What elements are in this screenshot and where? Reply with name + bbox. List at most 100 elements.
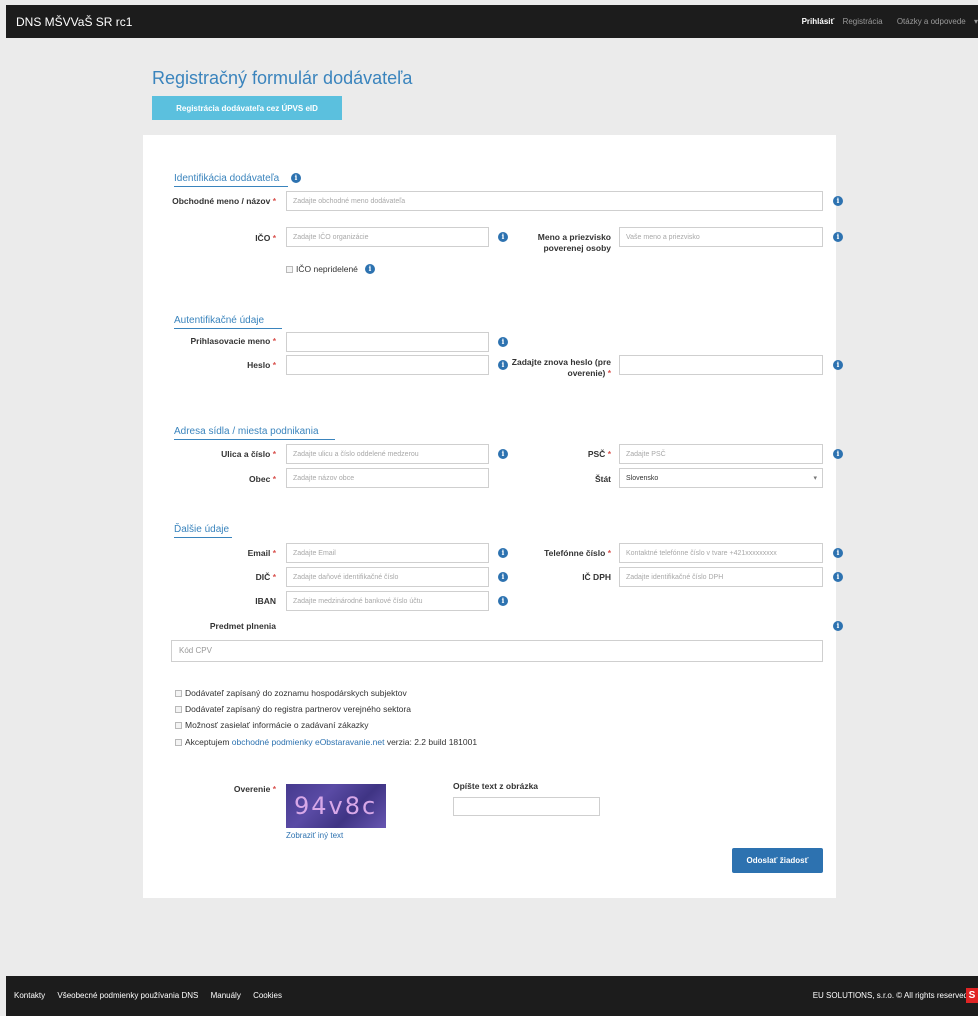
economic-register-checkbox[interactable]: Dodávateľ zapísaný do zoznamu hospodársk…: [175, 688, 407, 698]
label-text: Prihlasovacie meno: [190, 336, 271, 346]
cpv-input[interactable]: Kód CPV: [171, 640, 823, 662]
registration-form: Identifikácia dodávateľa i Obchodné meno…: [143, 135, 843, 898]
notifications-checkbox[interactable]: Možnosť zasielať informácie o zadávaní z…: [175, 720, 369, 730]
brand[interactable]: DNS MŠVVaŠ SR rc1: [16, 15, 132, 29]
checkbox-label: Dodávateľ zapísaný do zoznamu hospodársk…: [185, 688, 407, 698]
terms-link[interactable]: obchodné podmienky eObstaravanie.net: [232, 737, 385, 747]
required-marker: *: [272, 233, 276, 243]
required-marker: *: [272, 336, 276, 346]
footer-link-manuals[interactable]: Manuály: [211, 991, 241, 1000]
required-marker: *: [272, 360, 276, 370]
info-icon[interactable]: i: [498, 449, 508, 459]
footer-links: Kontakty Všeobecné podmienky používania …: [14, 991, 292, 1000]
info-icon[interactable]: i: [365, 264, 375, 274]
info-icon[interactable]: i: [833, 196, 843, 206]
version-text: verzia: 2.2 build 181001: [386, 737, 478, 747]
info-icon[interactable]: i: [498, 548, 508, 558]
info-icon[interactable]: i: [498, 572, 508, 582]
label-text: Ulica a číslo: [221, 449, 271, 459]
country-label: Štát: [594, 474, 611, 484]
captcha-image: 94v8c: [286, 784, 386, 828]
login-input[interactable]: [286, 332, 489, 352]
captcha-refresh-link[interactable]: Zobraziť iný text: [286, 831, 343, 840]
info-icon[interactable]: i: [833, 449, 843, 459]
footer-link-contacts[interactable]: Kontakty: [14, 991, 45, 1000]
info-icon[interactable]: i: [833, 360, 843, 370]
street-label: Ulica a číslo *: [163, 449, 276, 460]
dic-input[interactable]: Zadajte daňové identifikačné číslo: [286, 567, 489, 587]
ico-unassigned-checkbox[interactable]: IČO nepridelené: [286, 264, 358, 274]
checkbox-label: Dodávateľ zapísaný do registra partnerov…: [185, 704, 411, 714]
required-marker: *: [607, 449, 611, 459]
terms-checkbox[interactable]: Akceptujem obchodné podmienky eObstarava…: [175, 737, 477, 747]
country-select[interactable]: Slovensko ▾: [619, 468, 823, 488]
email-label: Email *: [163, 548, 276, 559]
section-title-address: Adresa sídla / miesta podnikania: [174, 426, 319, 437]
info-icon[interactable]: i: [833, 232, 843, 242]
label-text: Overenie: [233, 784, 271, 794]
info-icon[interactable]: i: [498, 232, 508, 242]
required-marker: *: [272, 784, 276, 794]
section-title-auth: Autentifikačné údaje: [174, 315, 265, 326]
submit-button[interactable]: Odoslať žiadosť: [732, 848, 823, 873]
required-marker: *: [272, 449, 276, 459]
password-label: Heslo *: [163, 360, 276, 371]
person-label: Meno a priezvisko poverenej osoby: [537, 232, 611, 253]
iban-input[interactable]: Zadajte medzinárodné bankové číslo účtu: [286, 591, 489, 611]
required-marker: *: [272, 474, 276, 484]
dic-label: DIČ *: [163, 572, 276, 583]
info-icon[interactable]: i: [833, 621, 843, 631]
nav-registration[interactable]: Registrácia: [843, 17, 883, 26]
phone-input[interactable]: Kontaktné telefónne číslo v tvare +421xx…: [619, 543, 823, 563]
business-name-input[interactable]: Zadajte obchodné meno dodávateľa: [286, 191, 823, 211]
footer-link-cookies[interactable]: Cookies: [253, 991, 282, 1000]
email-input[interactable]: Zadajte Email: [286, 543, 489, 563]
person-input[interactable]: Vaše meno a priezvisko: [619, 227, 823, 247]
checkbox-label: Akceptujem: [185, 737, 230, 747]
info-icon[interactable]: i: [833, 572, 843, 582]
postal-input[interactable]: Zadajte PSČ: [619, 444, 823, 464]
captcha-input[interactable]: [453, 797, 600, 816]
street-input[interactable]: Zadajte ulicu a číslo oddelené medzerou: [286, 444, 489, 464]
info-icon[interactable]: i: [498, 596, 508, 606]
footer: Kontakty Všeobecné podmienky používania …: [6, 976, 978, 1016]
label-text: Obchodné meno / názov: [172, 196, 271, 206]
info-icon[interactable]: i: [498, 337, 508, 347]
required-marker: *: [272, 548, 276, 558]
checkbox[interactable]: [175, 689, 182, 697]
eid-registration-button[interactable]: Registrácia dodávateľa cez ÚPVS eID: [152, 96, 342, 120]
postal-label: PSČ *: [513, 449, 611, 460]
footer-link-terms[interactable]: Všeobecné podmienky používania DNS: [57, 991, 198, 1000]
nav-login[interactable]: Prihlásiť: [802, 17, 835, 26]
checkbox[interactable]: [175, 738, 182, 746]
info-icon[interactable]: i: [833, 548, 843, 558]
public-partners-checkbox[interactable]: Dodávateľ zapísaný do registra partnerov…: [175, 704, 411, 714]
captcha-instruction: Opíšte text z obrázka: [453, 781, 539, 791]
captcha-text: 94v8c: [294, 792, 378, 820]
phone-label: Telefónne číslo *: [513, 548, 611, 559]
required-marker: *: [272, 572, 276, 582]
chevron-down-icon: ▾: [813, 475, 817, 482]
checkbox[interactable]: [175, 721, 182, 729]
business-name-label: Obchodné meno / názov *: [163, 196, 276, 207]
checkbox-label: Možnosť zasielať informácie o zadávaní z…: [185, 720, 369, 730]
section-underline: [174, 439, 335, 440]
checkbox[interactable]: [286, 265, 293, 273]
checkbox[interactable]: [175, 705, 182, 713]
city-label: Obec *: [163, 474, 276, 485]
nav-faq-label: Otázky a odpovede: [896, 17, 966, 26]
required-marker: *: [607, 548, 611, 558]
subject-label: Predmet plnenia: [209, 621, 276, 631]
section-title-identification: Identifikácia dodávateľa: [174, 173, 279, 184]
city-input[interactable]: Zadajte názov obce: [286, 468, 489, 488]
ico-input[interactable]: Zadajte IČO organizácie: [286, 227, 489, 247]
section-title-text: Identifikácia dodávateľa: [174, 173, 280, 184]
password-input[interactable]: [286, 355, 489, 375]
info-icon[interactable]: i: [291, 173, 301, 183]
login-label: Prihlasovacie meno *: [163, 336, 276, 347]
vat-input[interactable]: Zadajte identifikačné číslo DPH: [619, 567, 823, 587]
label-text: Telefónne číslo: [544, 548, 606, 558]
label-text: Zadajte znova heslo (pre overenie): [511, 357, 611, 378]
password-repeat-input[interactable]: [619, 355, 823, 375]
nav-faq[interactable]: Otázky a odpovede ▾: [891, 17, 978, 26]
